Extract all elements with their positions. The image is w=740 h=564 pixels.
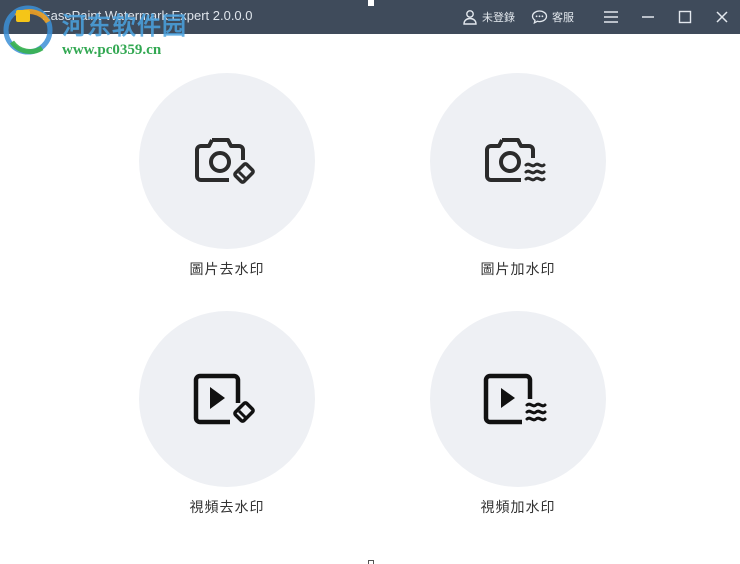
card-label: 圖片去水印 (189, 262, 265, 278)
login-button[interactable]: 未登錄 (462, 0, 515, 34)
card-label: 視頻加水印 (480, 500, 556, 516)
video-waves-icon (483, 373, 547, 425)
card-icon-circle (139, 73, 315, 249)
site-logo (3, 5, 53, 55)
camera-eraser-icon (195, 138, 255, 184)
site-watermark-text: 河东软件园 (62, 12, 187, 40)
video-eraser-icon (193, 373, 255, 425)
minimize-button[interactable] (629, 0, 666, 34)
login-label: 未登錄 (482, 11, 515, 24)
card-label: 圖片加水印 (480, 262, 556, 278)
title-bar-controls: 未登錄 客服 (462, 0, 740, 34)
resize-handle-bottom (368, 560, 374, 564)
card-icon-circle (139, 311, 315, 487)
chat-bubble-icon (531, 10, 548, 25)
card-icon-circle (430, 73, 606, 249)
camera-waves-icon (485, 138, 546, 182)
video-remove-watermark-card[interactable]: 視頻去水印 (139, 311, 315, 517)
menu-button[interactable] (592, 0, 629, 34)
minimize-icon (641, 16, 654, 18)
maximize-button[interactable] (666, 0, 703, 34)
maximize-icon (678, 10, 691, 24)
resize-handle-top (368, 0, 374, 6)
card-label: 視頻去水印 (189, 500, 265, 516)
video-add-watermark-card[interactable]: 視頻加水印 (430, 311, 606, 517)
support-button[interactable]: 客服 (531, 0, 574, 34)
card-icon-circle (430, 311, 606, 487)
hamburger-menu-icon (603, 11, 618, 23)
image-add-watermark-card[interactable]: 圖片加水印 (430, 73, 606, 279)
image-remove-watermark-card[interactable]: 圖片去水印 (139, 73, 315, 279)
close-button[interactable] (703, 0, 740, 34)
close-icon (715, 11, 728, 23)
user-icon (463, 10, 477, 25)
site-watermark-url: www.pc0359.cn (62, 42, 162, 58)
support-label: 客服 (552, 11, 574, 24)
